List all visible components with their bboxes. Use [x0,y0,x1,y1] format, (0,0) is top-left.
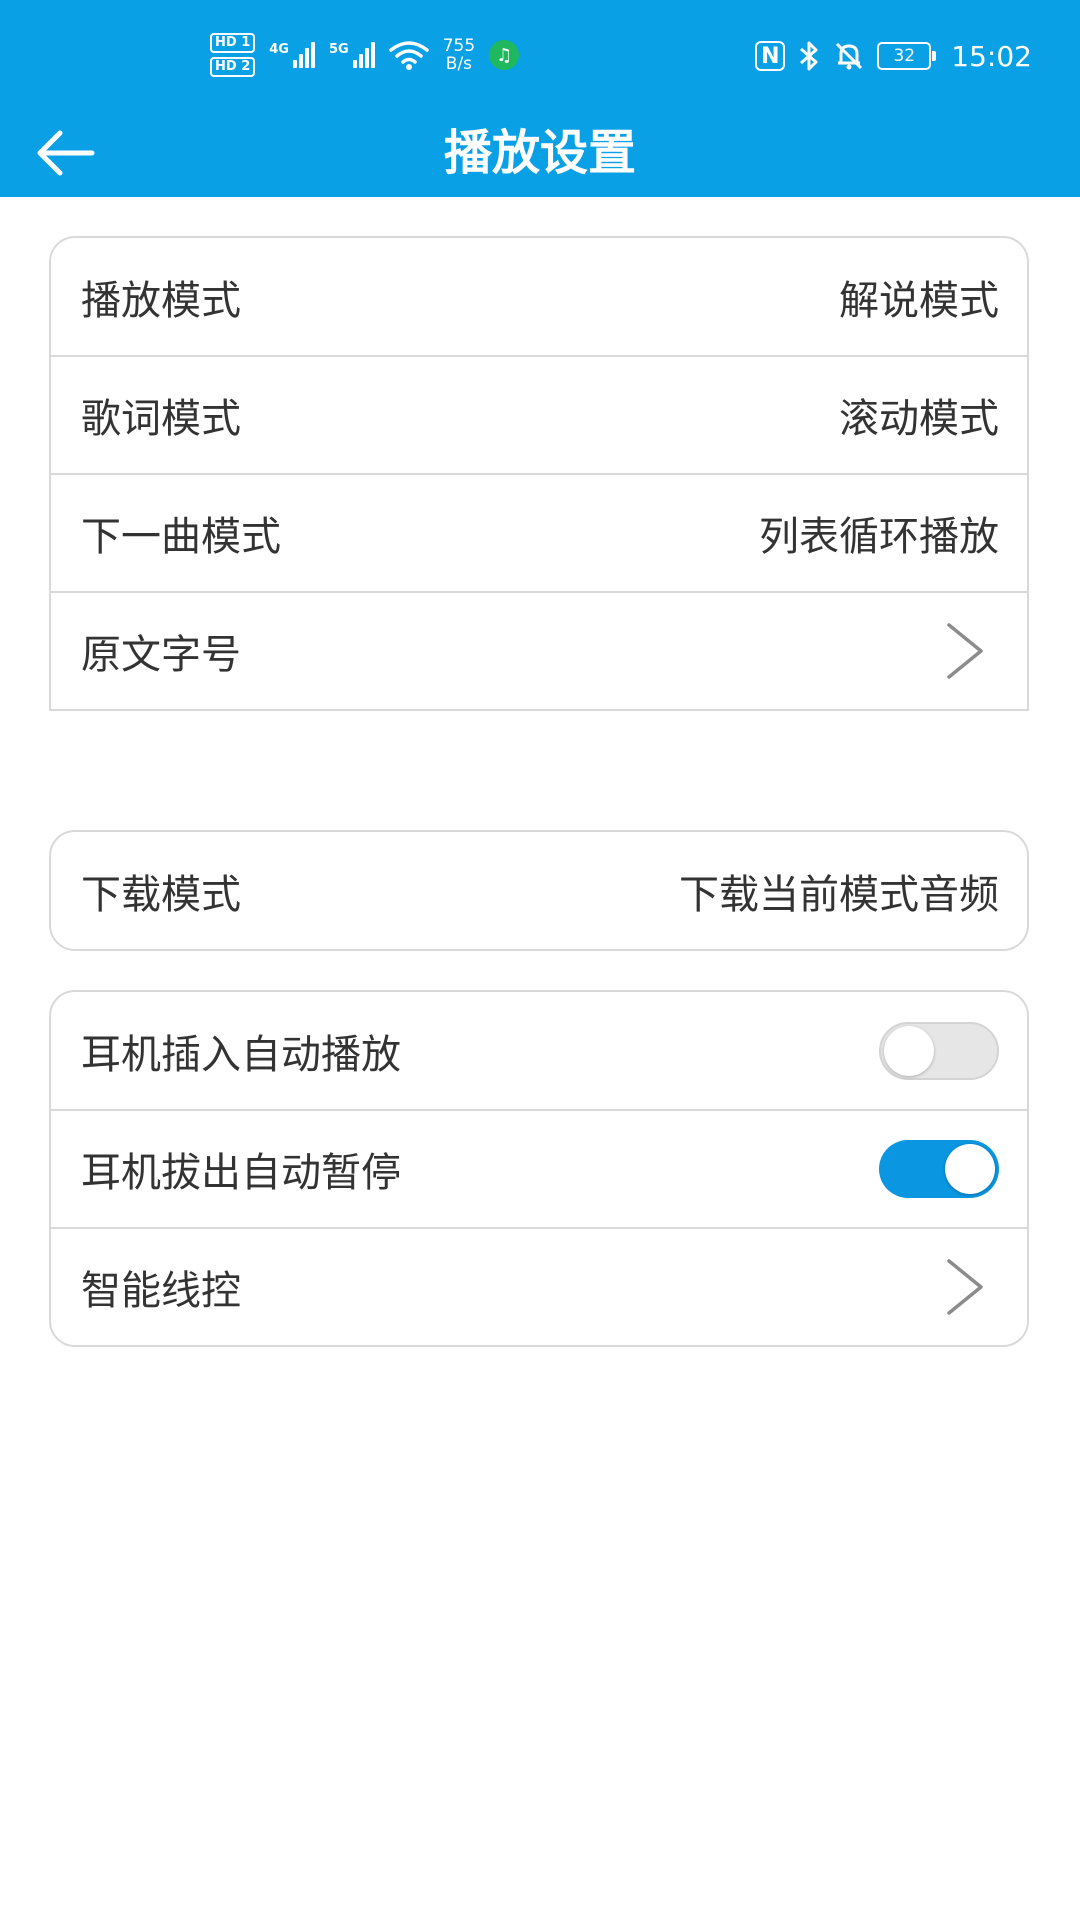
status-bar-left: HD 1 HD 2 4G 5G 755 B/s ♫ [210,30,520,80]
battery-level: 32 [893,46,916,66]
signal-bar [298,54,303,68]
playback-settings-group: 播放模式 解说模式 歌词模式 滚动模式 下一曲模式 列表循环播放 原文字号 [49,236,1029,711]
sim1-network-type: 4G [269,42,289,57]
hd-badges: HD 1 HD 2 [210,33,256,77]
bluetooth-icon [800,41,818,71]
signal-bar [364,48,369,68]
sim1-signal-icon: 4G [269,42,315,68]
battery-icon: 32 [877,42,937,70]
mute-bell-icon [836,42,863,70]
network-speed: 755 B/s [443,37,475,73]
toggle-knob [945,1144,995,1194]
status-bar: HD 1 HD 2 4G 5G 755 B/s ♫ N 32 15:02 [0,0,1080,110]
play-settings-screen: HD 1 HD 2 4G 5G 755 B/s ♫ N 32 15:02 播放设… [0,0,1080,1920]
nfc-icon: N [755,41,786,71]
page-title: 播放设置 [443,125,636,181]
headset-plug-autoplay-toggle[interactable] [879,1021,999,1080]
lyrics-mode-label: 歌词模式 [81,396,241,442]
download-mode-value: 下载当前模式音频 [679,871,999,918]
original-font-size-row[interactable]: 原文字号 [51,591,1027,709]
sim1-hd-badge: HD 1 [210,33,256,53]
music-icon: ♫ [489,40,520,70]
download-mode-label: 下载模式 [81,871,241,918]
status-time: 15:02 [951,39,1032,73]
play-mode-value: 解说模式 [839,277,999,324]
signal-bar [370,42,375,68]
play-mode-label: 播放模式 [81,277,241,324]
headset-unplug-autopause-label: 耳机拔出自动暂停 [81,1150,401,1196]
sim2-hd-badge: HD 2 [210,57,256,77]
headset-settings-group: 耳机插入自动播放 耳机拔出自动暂停 智能线控 [49,990,1029,1347]
smart-wire-control-label: 智能线控 [81,1268,241,1314]
headset-unplug-autopause-toggle[interactable] [879,1140,999,1198]
original-font-size-label: 原文字号 [81,632,241,678]
chevron-right-icon [947,623,983,679]
next-track-mode-row[interactable]: 下一曲模式 列表循环播放 [51,473,1027,591]
wifi-icon [388,41,429,70]
download-mode-row[interactable]: 下载模式 下载当前模式音频 [51,832,1027,949]
play-mode-row[interactable]: 播放模式 解说模式 [51,238,1027,355]
smart-wire-control-row[interactable]: 智能线控 [51,1227,1027,1345]
toggle-knob [884,1025,934,1076]
signal-bar [310,42,315,68]
headset-plug-autoplay-row: 耳机插入自动播放 [51,992,1027,1109]
next-track-mode-value: 列表循环播放 [759,514,999,560]
signal-bar [304,48,309,68]
chevron-right-icon [947,1259,983,1315]
lyrics-mode-row[interactable]: 歌词模式 滚动模式 [51,355,1027,473]
next-track-mode-label: 下一曲模式 [81,514,281,560]
headset-plug-autoplay-label: 耳机插入自动播放 [81,1031,401,1078]
title-bar: 播放设置 [0,110,1080,197]
download-settings-group: 下载模式 下载当前模式音频 [49,830,1029,951]
signal-bar [292,60,297,68]
network-speed-unit: B/s [445,54,473,74]
sim2-signal-icon: 5G [329,42,375,68]
sim2-network-type: 5G [328,42,349,57]
headset-unplug-autopause-row: 耳机拔出自动暂停 [51,1109,1027,1227]
signal-bar [358,54,363,68]
app-header: HD 1 HD 2 4G 5G 755 B/s ♫ N 32 15:02 播放设… [0,0,1080,197]
lyrics-mode-value: 滚动模式 [839,396,999,442]
status-bar-right: N 32 15:02 [755,34,1032,78]
network-speed-value: 755 [442,36,476,56]
signal-bar [352,60,357,68]
